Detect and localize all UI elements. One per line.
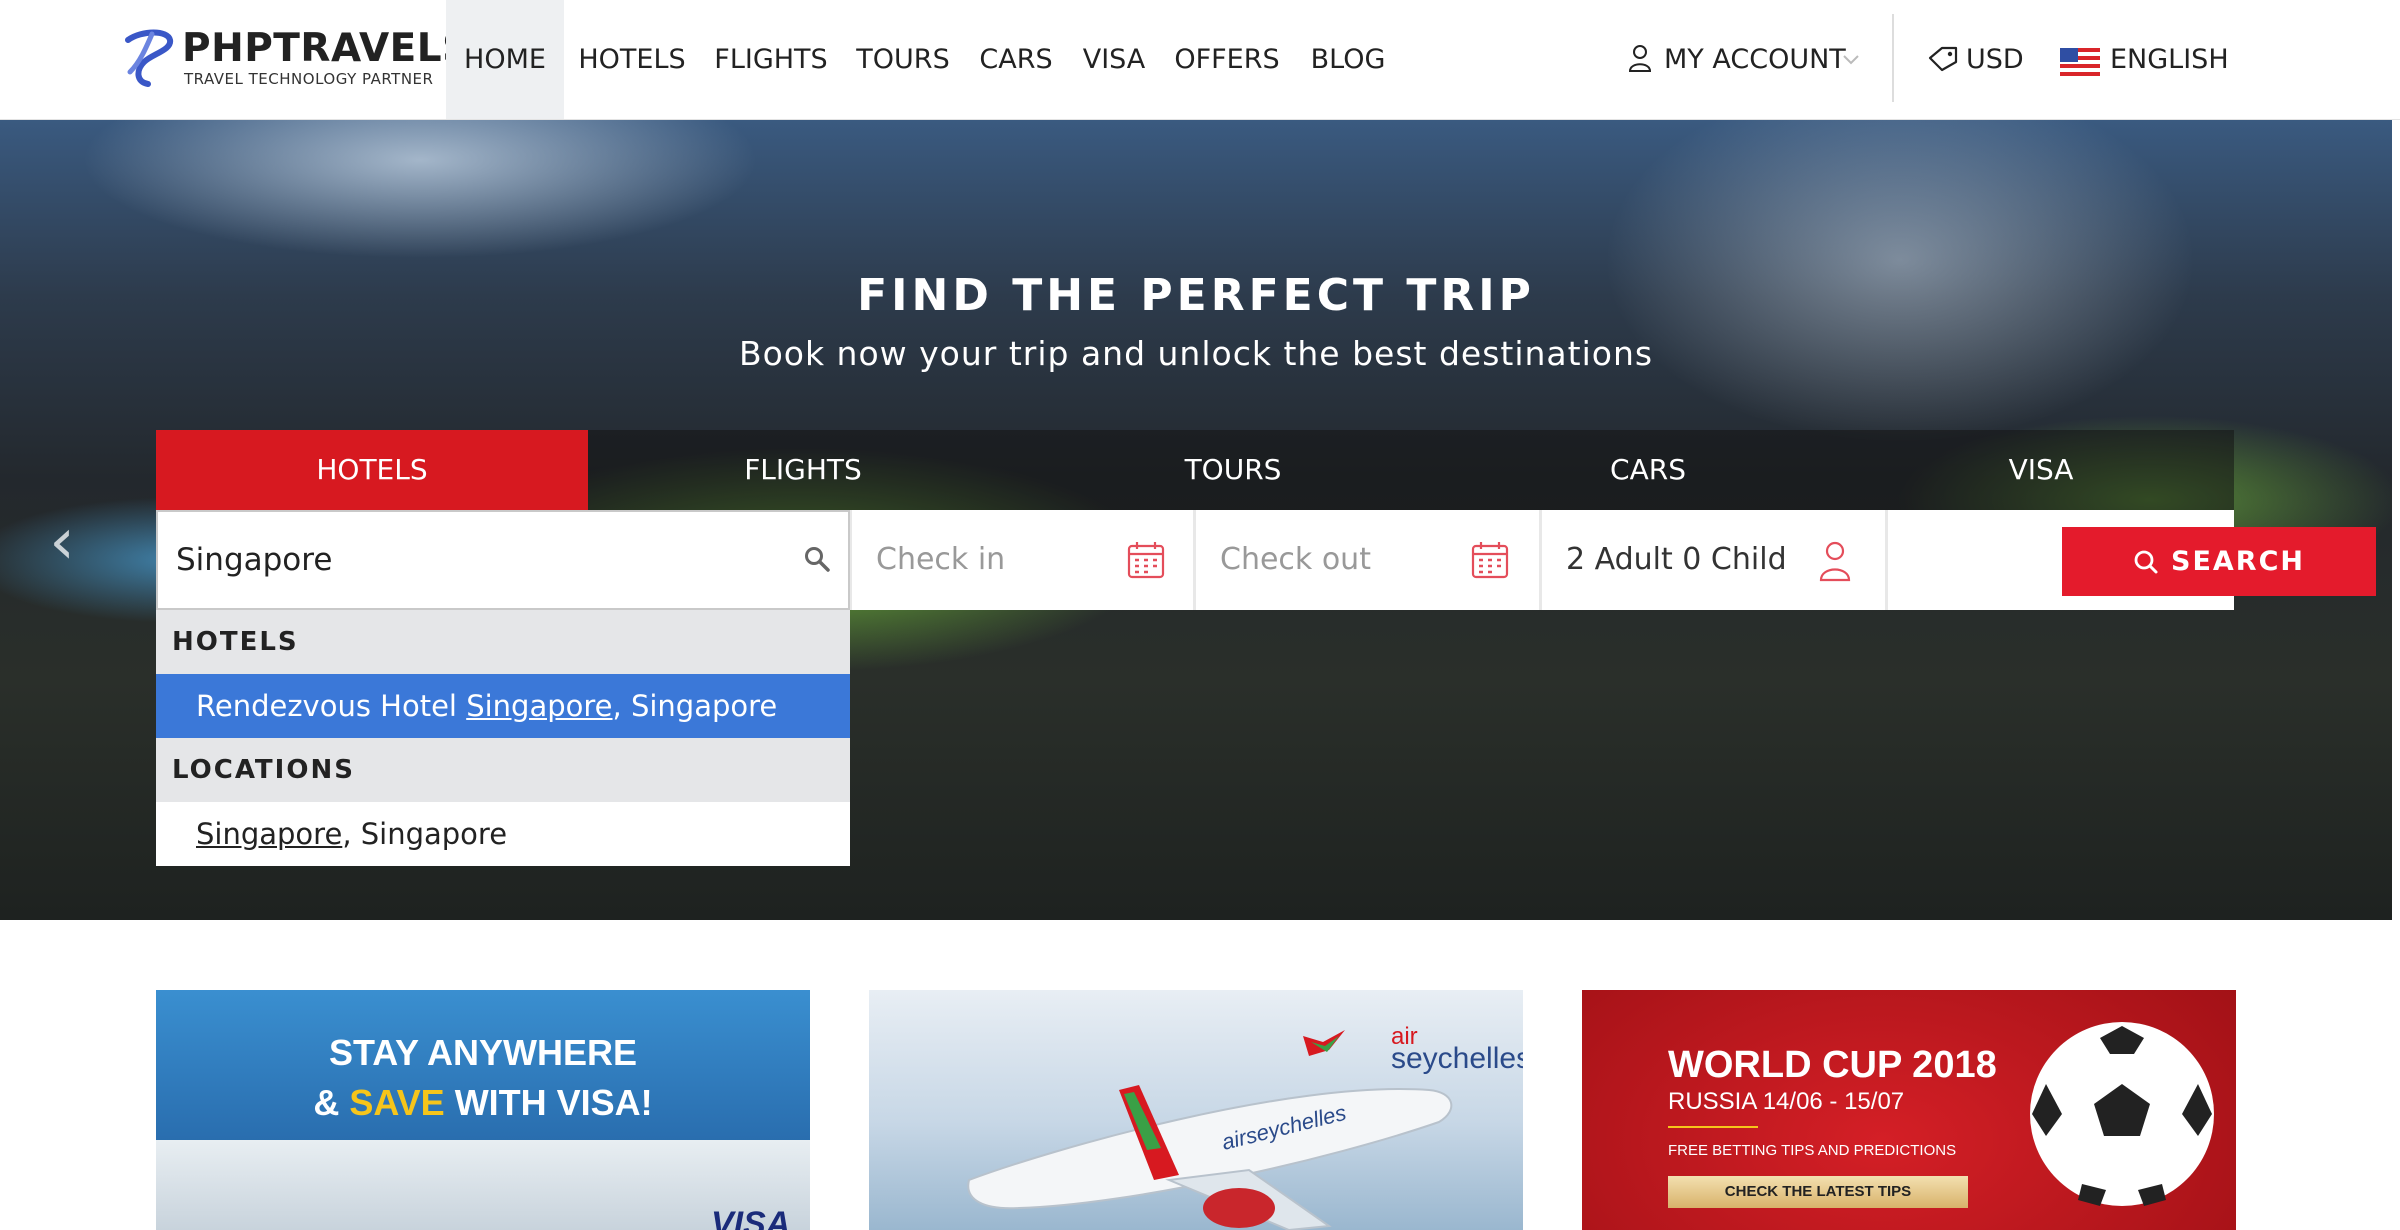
calendar-icon <box>1127 542 1165 579</box>
user-icon <box>1819 541 1851 582</box>
search-icon <box>2134 550 2158 573</box>
chevron-down-icon <box>1843 55 1859 65</box>
tab-visa[interactable]: VISA <box>1848 430 2234 510</box>
promo-text: & <box>313 1082 350 1123</box>
nav-home[interactable]: HOME <box>446 0 564 119</box>
nav-tours[interactable]: TOURS <box>850 0 956 119</box>
worldcup-cta-button[interactable]: CHECK THE LATEST TIPS <box>1668 1176 1968 1208</box>
language-label: ENGLISH <box>2110 44 2229 75</box>
promo-visa-line2: & SAVE WITH VISA! <box>156 1082 810 1124</box>
destination-input[interactable] <box>156 510 850 610</box>
hero-subtitle: Book now your trip and unlock the best d… <box>738 334 1654 373</box>
worldcup-divider <box>1668 1126 1758 1128</box>
calendar-icon <box>1471 542 1509 579</box>
nav-hotels[interactable]: HOTELS <box>570 0 694 119</box>
nav-flights[interactable]: FLIGHTS <box>708 0 834 119</box>
tab-hotels[interactable]: HOTELS <box>156 430 588 510</box>
visa-logo: VISA <box>711 1205 791 1230</box>
autocomplete-group-hotels: HOTELS <box>156 610 850 674</box>
promo-card-worldcup[interactable]: WORLD CUP 2018 RUSSIA 14/06 - 15/07 FREE… <box>1582 990 2236 1230</box>
worldcup-title: WORLD CUP 2018 <box>1668 1044 1997 1086</box>
currency-label: USD <box>1966 44 2024 75</box>
user-icon <box>1628 45 1652 72</box>
promo-text: WITH VISA! <box>444 1082 653 1123</box>
promo-highlight: SAVE <box>349 1082 445 1123</box>
worldcup-tips: FREE BETTING TIPS AND PREDICTIONS <box>1668 1142 1957 1159</box>
promo-visa-line1: STAY ANYWHERE <box>328 1032 638 1073</box>
hero-title: FIND THE PERFECT TRIP <box>857 270 1535 321</box>
autocomplete-location-result[interactable]: Singapore, Singapore <box>156 802 850 866</box>
destination-field <box>156 510 850 610</box>
brand-name: PHPTRAVELS <box>182 26 471 71</box>
guests-field[interactable]: 2 Adult 0 Child <box>1542 510 1888 610</box>
tab-flights[interactable]: FLIGHTS <box>588 430 1018 510</box>
logo-icon <box>125 29 173 87</box>
tab-cars[interactable]: CARS <box>1448 430 1848 510</box>
airplane-illustration: airseychelles <box>967 1085 1453 1230</box>
guests-value: 2 Adult 0 Child <box>1566 542 1787 577</box>
checkout-placeholder: Check out <box>1220 542 1371 577</box>
ticket-icon <box>1928 46 1958 72</box>
header-divider <box>1892 14 1894 102</box>
checkout-field[interactable]: Check out <box>1196 510 1542 610</box>
worldcup-dates: RUSSIA 14/06 - 15/07 <box>1668 1088 1905 1115</box>
hotel-search-form: Check in Check out 2 Adult 0 Child SEARC… <box>156 510 2376 610</box>
result-text: , Singapore <box>612 689 778 723</box>
us-flag-icon <box>2060 48 2100 76</box>
my-account-menu[interactable]: MY ACCOUNT <box>1624 0 1864 119</box>
result-match: Singapore <box>196 817 343 851</box>
nav-blog[interactable]: BLOG <box>1306 0 1390 119</box>
tab-tours[interactable]: TOURS <box>1018 430 1448 510</box>
search-icon <box>805 547 830 572</box>
site-header: PHPTRAVELS TRAVEL TECHNOLOGY PARTNER HOM… <box>0 0 2400 120</box>
checkin-field[interactable]: Check in <box>850 510 1196 610</box>
soccer-ball-icon <box>2030 1022 2214 1206</box>
promo-card-airline[interactable]: air seychelles airseychelles <box>869 990 1523 1230</box>
autocomplete-dropdown: HOTELS Rendezvous Hotel Singapore, Singa… <box>156 610 850 866</box>
checkin-placeholder: Check in <box>876 542 1006 577</box>
nav-visa[interactable]: VISA <box>1078 0 1150 119</box>
slider-prev-icon[interactable]: ‹ <box>42 510 82 580</box>
result-text: , Singapore <box>342 817 508 851</box>
nav-cars[interactable]: CARS <box>976 0 1056 119</box>
logo[interactable]: PHPTRAVELS TRAVEL TECHNOLOGY PARTNER <box>122 26 470 90</box>
my-account-label: MY ACCOUNT <box>1664 44 1846 75</box>
language-selector[interactable]: ENGLISH <box>2060 0 2230 119</box>
brand-tagline: TRAVEL TECHNOLOGY PARTNER <box>184 70 434 88</box>
result-text: Rendezvous Hotel <box>196 689 467 723</box>
search-tabs: HOTELS FLIGHTS TOURS CARS VISA <box>156 430 2234 510</box>
result-match: Singapore <box>466 689 613 723</box>
nav-offers[interactable]: OFFERS <box>1172 0 1282 119</box>
currency-selector[interactable]: USD <box>1926 0 2026 119</box>
promo-card-visa[interactable]: STAY ANYWHERE & SAVE WITH VISA! VISA <box>156 990 810 1230</box>
autocomplete-group-locations: LOCATIONS <box>156 738 850 802</box>
autocomplete-hotel-result[interactable]: Rendezvous Hotel Singapore, Singapore <box>156 674 850 738</box>
search-button[interactable]: SEARCH <box>2062 527 2376 596</box>
search-button-label: SEARCH <box>2171 546 2305 577</box>
